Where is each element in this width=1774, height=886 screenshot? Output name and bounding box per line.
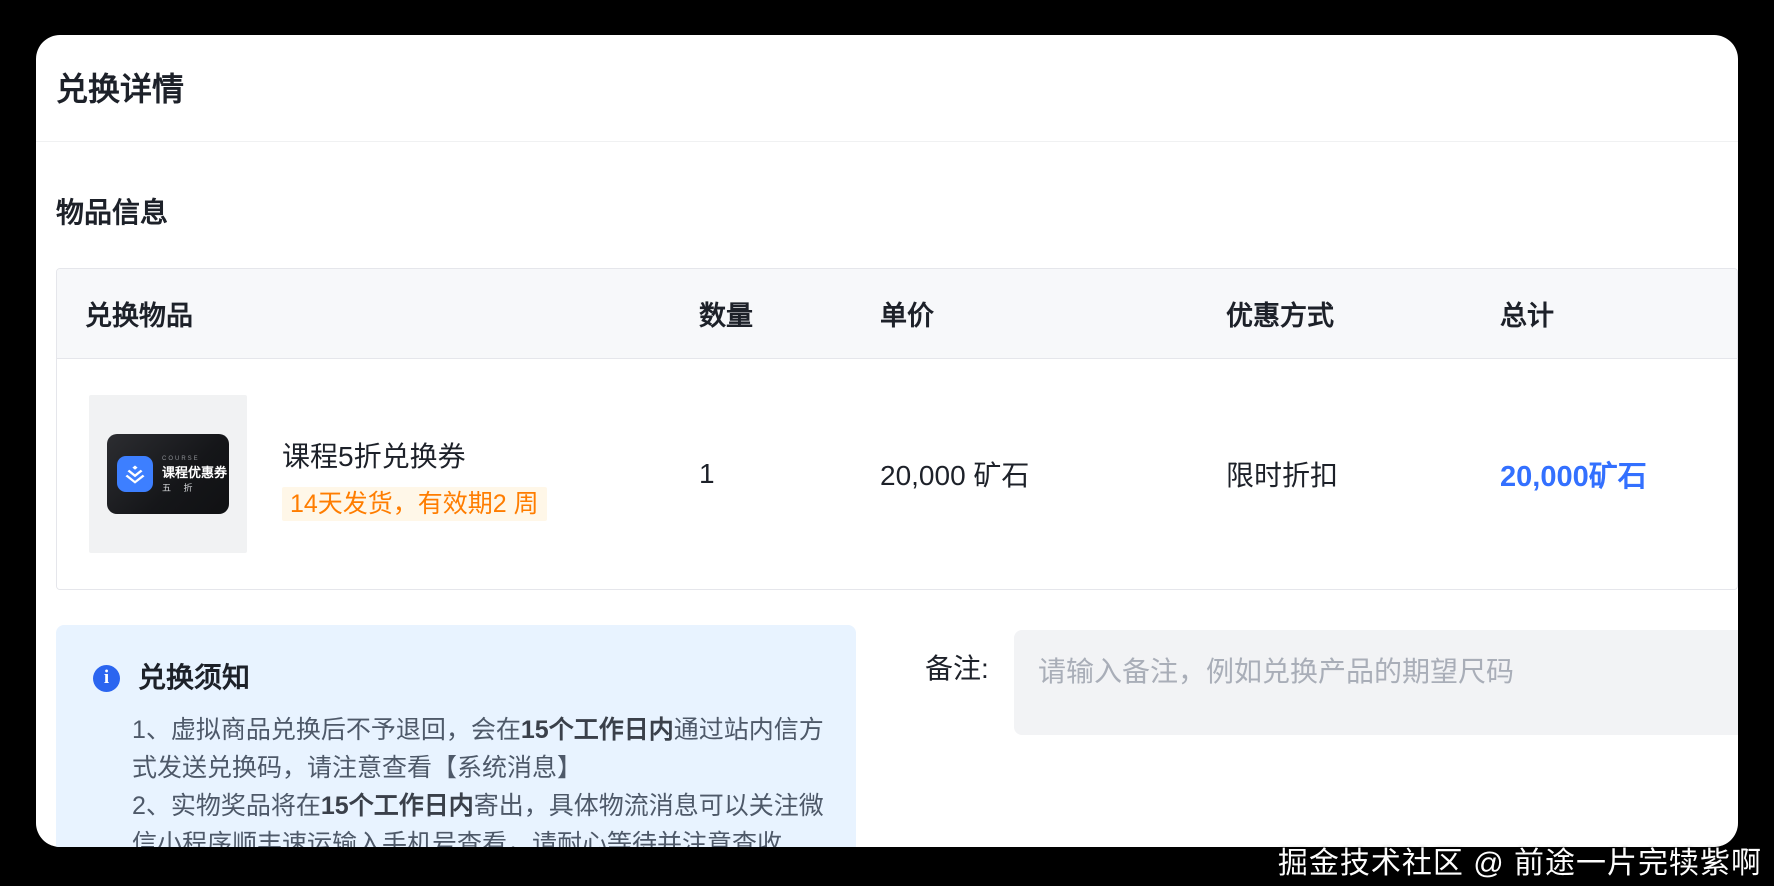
total-value: 20,000矿石 <box>1500 453 1737 495</box>
product-info: 课程5折兑换券 14天发货，有效期2 周 <box>282 427 547 521</box>
quantity-value: 1 <box>699 458 880 490</box>
coupon-brand-text: COURSE <box>162 456 227 462</box>
coupon-title-text: 课程优惠券 <box>162 466 227 479</box>
watermark: 掘金技术社区 @ 前途一片完犊紫啊 <box>1278 838 1762 882</box>
table-header-row: 兑换物品 数量 单价 优惠方式 总计 <box>57 269 1737 359</box>
notice-title: 兑换须知 <box>138 663 250 693</box>
page-title: 兑换详情 <box>56 71 184 107</box>
coupon-subtitle-text: 五 折 <box>162 484 227 493</box>
product-image: COURSE 课程优惠券 五 折 <box>89 395 247 553</box>
coupon-card-art: COURSE 课程优惠券 五 折 <box>107 434 229 514</box>
unit-price-value: 20,000 矿石 <box>880 454 1226 494</box>
exchange-notice-box: i 兑换须知 1、虚拟商品兑换后不予退回，会在15个工作日内通过站内信方式发送兑… <box>56 625 856 847</box>
juejin-logo-icon <box>117 456 153 492</box>
column-header-total: 总计 <box>1500 294 1737 333</box>
section-title-item-info: 物品信息 <box>56 197 168 229</box>
notice-item-2: 2、实物奖品将在15个工作日内寄出，具体物流消息可以关注微信小程序顺丰速运输入手… <box>132 787 826 847</box>
column-header-quantity: 数量 <box>699 294 880 333</box>
column-header-discount: 优惠方式 <box>1226 294 1500 333</box>
shipping-validity-badge: 14天发货，有效期2 周 <box>282 487 547 521</box>
items-table: 兑换物品 数量 单价 优惠方式 总计 <box>56 268 1738 590</box>
coupon-card-texts: COURSE 课程优惠券 五 折 <box>162 456 227 493</box>
column-header-unit-price: 单价 <box>880 294 1226 333</box>
notice-list: 1、虚拟商品兑换后不予退回，会在15个工作日内通过站内信方式发送兑换码，请注意查… <box>93 711 832 847</box>
notice-item-1: 1、虚拟商品兑换后不予退回，会在15个工作日内通过站内信方式发送兑换码，请注意查… <box>132 711 826 787</box>
discount-value: 限时折扣 <box>1226 454 1500 494</box>
product-name: 课程5折兑换券 <box>282 437 547 477</box>
remark-input[interactable] <box>1014 630 1738 735</box>
exchange-detail-card: 兑换详情 物品信息 兑换物品 数量 单价 优惠方式 总计 <box>36 35 1738 847</box>
header-divider <box>36 141 1738 142</box>
remark-label: 备注: <box>925 651 989 687</box>
info-icon: i <box>93 665 120 692</box>
column-header-item: 兑换物品 <box>57 294 699 333</box>
table-row: COURSE 课程优惠券 五 折 课程5折兑换券 14天发货，有效期2 周 1 … <box>57 359 1737 589</box>
product-cell: COURSE 课程优惠券 五 折 课程5折兑换券 14天发货，有效期2 周 <box>57 395 699 553</box>
notice-header: i 兑换须知 <box>93 663 832 693</box>
